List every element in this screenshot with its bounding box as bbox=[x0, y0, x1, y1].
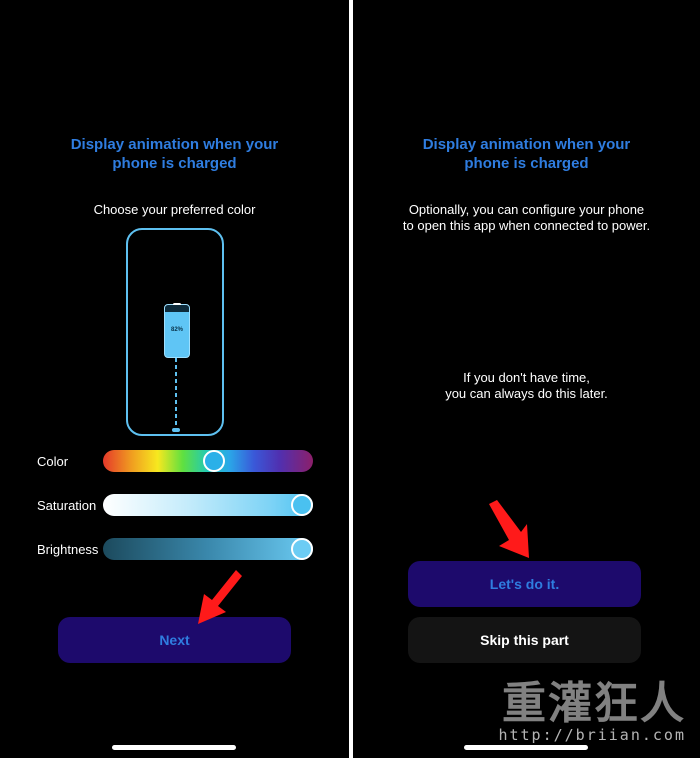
home-indicator[interactable] bbox=[112, 745, 236, 750]
left-screen: Display animation when your phone is cha… bbox=[0, 0, 349, 758]
config-description: Optionally, you can configure your phone… bbox=[402, 202, 651, 233]
phone-preview: 82% bbox=[126, 228, 224, 436]
color-instructions: Choose your preferred color bbox=[93, 202, 256, 217]
charging-phone-icon: 82% bbox=[164, 303, 190, 358]
red-arrow-icon bbox=[489, 500, 529, 558]
brightness-slider-thumb[interactable] bbox=[291, 538, 313, 560]
color-slider-thumb[interactable] bbox=[202, 450, 225, 472]
home-indicator[interactable] bbox=[464, 745, 588, 750]
color-slider[interactable] bbox=[103, 450, 313, 472]
red-arrow-icon bbox=[198, 570, 242, 624]
cable-icon bbox=[175, 358, 177, 430]
page-title: Display animation when your phone is cha… bbox=[422, 136, 631, 172]
plug-icon bbox=[172, 428, 180, 432]
watermark-logo-text: 重灌狂人 bbox=[502, 678, 686, 729]
brightness-label: Brightness bbox=[37, 542, 99, 557]
saturation-slider-thumb[interactable] bbox=[291, 494, 313, 516]
skip-button[interactable]: Skip this part bbox=[408, 617, 641, 663]
watermark: 重灌狂人 http://briian.com bbox=[498, 678, 686, 745]
later-note: If you don't have time, you can always d… bbox=[445, 370, 608, 401]
saturation-slider[interactable] bbox=[103, 494, 313, 516]
page-title: Display animation when your phone is cha… bbox=[70, 136, 279, 172]
lets-do-it-button[interactable]: Let's do it. bbox=[408, 561, 641, 607]
brightness-slider[interactable] bbox=[103, 538, 313, 560]
color-label: Color bbox=[37, 454, 69, 469]
battery-percent: 82% bbox=[170, 327, 183, 333]
saturation-label: Saturation bbox=[37, 498, 97, 513]
next-button[interactable]: Next bbox=[58, 617, 291, 663]
right-screen: Display animation when your phone is cha… bbox=[353, 0, 700, 758]
watermark-url: http://briian.com bbox=[498, 726, 686, 744]
